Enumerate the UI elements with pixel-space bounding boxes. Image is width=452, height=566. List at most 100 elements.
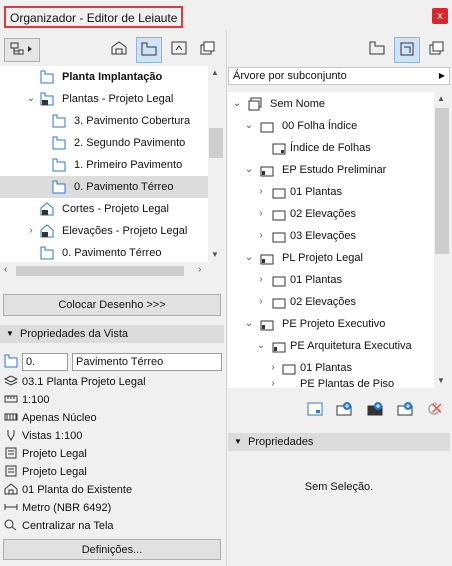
- scroll-right-icon[interactable]: ›: [198, 264, 201, 275]
- view-map-tab[interactable]: [108, 38, 130, 60]
- chevron-right-icon[interactable]: ›: [256, 225, 266, 247]
- stack-icon: [199, 40, 217, 59]
- publisher-tab-right[interactable]: [426, 38, 448, 60]
- place-drawing-button[interactable]: Colocar Desenho >>>: [3, 294, 221, 316]
- tree-folder[interactable]: ⌄ Plantas - Projeto Legal: [0, 88, 208, 110]
- new-layout-icon: [306, 401, 324, 420]
- chevron-down-icon[interactable]: ⌄: [256, 335, 266, 357]
- horizontal-scroll-thumb[interactable]: [16, 266, 184, 276]
- structure-icon: [4, 411, 18, 423]
- scale-row[interactable]: 1:100: [4, 391, 50, 409]
- tree-item[interactable]: 0. Pavimento Térreo: [0, 242, 208, 264]
- zoom-row[interactable]: Centralizar na Tela: [4, 517, 114, 535]
- view-id-field[interactable]: 0.: [22, 353, 68, 371]
- subset-folder[interactable]: › 03 Elevações: [228, 225, 434, 247]
- tree-folder[interactable]: › Elevações - Projeto Legal: [0, 220, 208, 242]
- new-layout-button[interactable]: [305, 400, 325, 420]
- scroll-down-icon[interactable]: ▼: [437, 376, 445, 385]
- tree-item-label: 0. Pavimento Térreo: [62, 247, 162, 259]
- tree-item[interactable]: 1. Primeiro Pavimento: [0, 154, 208, 176]
- settings-button[interactable]: Definições...: [3, 539, 221, 560]
- model-view-options-row[interactable]: Projeto Legal: [4, 445, 87, 463]
- chevron-right-icon[interactable]: ›: [268, 357, 278, 379]
- layout-item[interactable]: Índice de Folhas: [228, 137, 434, 159]
- graphic-override-row[interactable]: Projeto Legal: [4, 463, 87, 481]
- subset-icon: [282, 361, 296, 375]
- chevron-right-icon[interactable]: ›: [256, 269, 266, 291]
- new-item-icon: [9, 41, 35, 60]
- subset-folder[interactable]: ⌄ PE Arquitetura Executiva: [228, 335, 434, 357]
- chevron-down-icon[interactable]: ⌄: [26, 88, 36, 110]
- dropdown-value: Árvore por subconjunto: [233, 70, 347, 82]
- delete-x-icon[interactable]: ✕: [430, 401, 443, 419]
- layout-sheet-icon: [272, 141, 286, 155]
- dropdown-arrow-icon: ▶: [438, 71, 445, 80]
- chevron-right-icon[interactable]: ›: [256, 291, 266, 313]
- scroll-thumb[interactable]: [209, 128, 223, 158]
- tree-item[interactable]: 2. Segundo Pavimento: [0, 132, 208, 154]
- tree-item[interactable]: 3. Pavimento Cobertura: [0, 110, 208, 132]
- subset-folder[interactable]: › 02 Elevações: [228, 291, 434, 313]
- tree-folder[interactable]: Cortes - Projeto Legal: [0, 198, 208, 220]
- layout-book-tab[interactable]: [136, 37, 162, 63]
- chevron-down-icon[interactable]: ⌄: [232, 93, 242, 115]
- scroll-down-icon[interactable]: ▼: [211, 250, 219, 259]
- new-master-button[interactable]: [365, 400, 385, 420]
- scroll-left-icon[interactable]: ‹: [4, 264, 7, 275]
- sheet-tab[interactable]: [168, 38, 190, 60]
- pen-icon: [4, 429, 18, 441]
- structure-display-row[interactable]: Apenas Núcleo: [4, 409, 97, 427]
- chevron-right-icon[interactable]: ›: [268, 378, 278, 388]
- floor-plan-icon: [52, 158, 66, 172]
- new-folder-button[interactable]: [395, 400, 415, 420]
- view-properties-header[interactable]: ▼ Propriedades da Vista: [0, 325, 224, 343]
- tree-item-label: Elevações - Projeto Legal: [62, 225, 188, 237]
- folder-plan-icon: [40, 92, 54, 106]
- renovation-filter-row[interactable]: 01 Planta do Existente: [4, 481, 132, 499]
- floor-plan-icon: [40, 246, 54, 260]
- properties-header[interactable]: ▼ Propriedades: [228, 433, 450, 451]
- chevron-down-icon[interactable]: ⌄: [244, 115, 254, 137]
- subset-folder[interactable]: ⌄ EP Estudo Preliminar: [228, 159, 434, 181]
- new-item-menu-button[interactable]: [4, 38, 40, 62]
- subset-folder-partial[interactable]: › PE Plantas de Piso: [228, 378, 434, 388]
- sheet-icon: [398, 41, 416, 60]
- chevron-right-icon[interactable]: ›: [26, 220, 36, 242]
- scroll-up-icon[interactable]: ▲: [437, 94, 445, 103]
- pen-set-row[interactable]: Vistas 1:100: [4, 427, 82, 445]
- tree-item-label: Sem Nome: [270, 98, 326, 110]
- subset-folder[interactable]: ⌄ PL Projeto Legal: [228, 247, 434, 269]
- chevron-right-icon[interactable]: ›: [256, 181, 266, 203]
- close-button[interactable]: x: [432, 8, 448, 24]
- layout-book-tab-right[interactable]: [366, 38, 388, 60]
- subset-folder[interactable]: ⌄ 00 Folha Índice: [228, 115, 434, 137]
- scroll-up-icon[interactable]: ▲: [211, 68, 219, 77]
- view-name-field[interactable]: Pavimento Térreo: [72, 353, 222, 371]
- layer-combination-row[interactable]: 03.1 Planta Projeto Legal: [3, 373, 146, 391]
- chevron-down-icon[interactable]: ⌄: [244, 247, 254, 269]
- subset-folder[interactable]: ⌄ PE Projeto Executivo: [228, 313, 434, 335]
- tree-item-label: PE Arquitetura Executiva: [290, 340, 412, 352]
- subset-folder[interactable]: › 02 Elevações: [228, 203, 434, 225]
- subset-folder[interactable]: › 01 Plantas: [228, 357, 434, 379]
- floor-plan-icon: [140, 41, 158, 60]
- scroll-thumb[interactable]: [435, 108, 449, 254]
- tree-item[interactable]: Planta Implantação: [0, 66, 208, 88]
- chevron-down-icon[interactable]: ⌄: [244, 159, 254, 181]
- subset-folder[interactable]: › 01 Plantas: [228, 181, 434, 203]
- chevron-down-icon[interactable]: ⌄: [244, 313, 254, 335]
- tree-root[interactable]: ⌄ Sem Nome: [228, 93, 434, 115]
- new-subset-button[interactable]: [334, 400, 354, 420]
- chevron-right-icon[interactable]: ›: [256, 203, 266, 225]
- tree-item-label: 01 Plantas: [290, 186, 342, 198]
- tree-mode-dropdown[interactable]: Árvore por subconjunto ▶: [228, 67, 450, 85]
- tree-vertical-scrollbar[interactable]: [208, 66, 224, 262]
- subset-icon: [260, 251, 274, 265]
- publisher-tab[interactable]: [197, 38, 219, 60]
- tree-item-selected[interactable]: 0. Pavimento Térreo: [0, 176, 208, 198]
- dimension-row[interactable]: Metro (NBR 6492): [4, 499, 111, 517]
- pane-divider[interactable]: [226, 30, 227, 566]
- elevation-folder-icon: [40, 224, 54, 238]
- sheet-tab-right[interactable]: [394, 37, 420, 63]
- subset-folder[interactable]: › 01 Plantas: [228, 269, 434, 291]
